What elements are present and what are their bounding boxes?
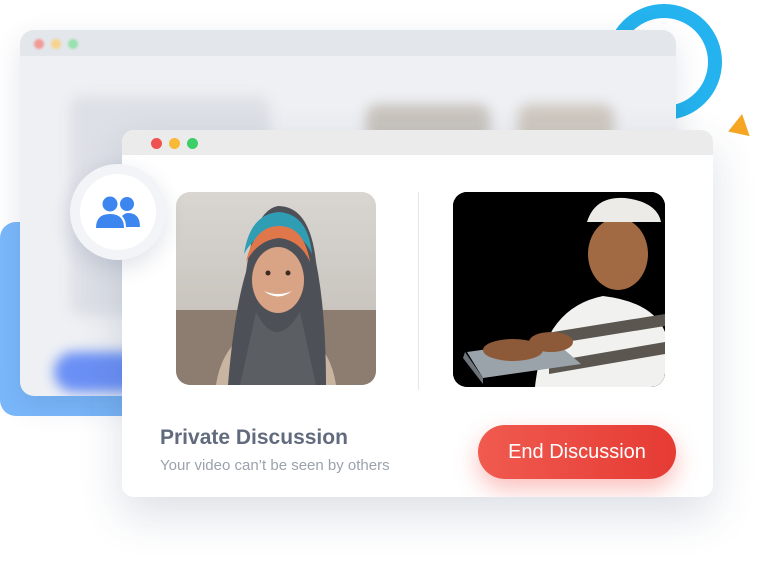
minimize-dot-icon[interactable]: [169, 138, 180, 149]
close-dot-icon[interactable]: [151, 138, 162, 149]
background-window-titlebar: [20, 30, 676, 56]
participants-badge[interactable]: [70, 164, 166, 260]
discussion-title: Private Discussion: [160, 426, 348, 449]
maximize-dot-icon: [68, 39, 78, 49]
video-divider: [418, 192, 419, 390]
users-icon: [96, 196, 140, 228]
discussion-window: Private Discussion Your video can’t be s…: [122, 130, 713, 497]
window-titlebar: [122, 130, 713, 155]
participants-badge-inner: [80, 174, 156, 250]
maximize-dot-icon[interactable]: [187, 138, 198, 149]
woman-in-hijab-photo-icon: [176, 192, 376, 385]
boy-at-laptop-photo-icon: [453, 192, 665, 387]
discussion-subtitle: Your video can’t be seen by others: [160, 457, 390, 474]
minimize-dot-icon: [51, 39, 61, 49]
participant-video-2[interactable]: [453, 192, 665, 387]
end-discussion-button[interactable]: End Discussion: [478, 425, 676, 479]
close-dot-icon: [34, 39, 44, 49]
decorative-triangle: [728, 111, 754, 137]
participant-video-1[interactable]: [176, 192, 376, 385]
